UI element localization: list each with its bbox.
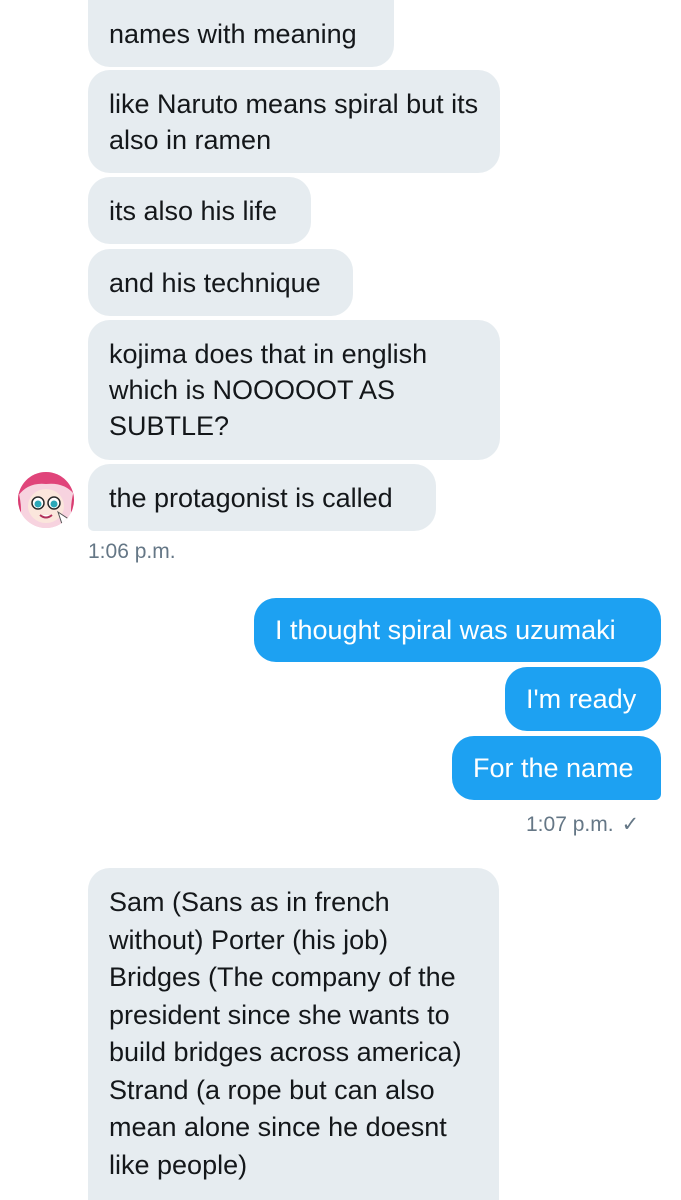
message-bubble-incoming[interactable]: Sam (Sans as in french without) Porter (…: [88, 868, 499, 1200]
message-bubble-outgoing[interactable]: I'm ready: [505, 667, 661, 731]
sent-check-icon: ✓: [621, 813, 640, 836]
message-text: like Naruto means spiral but its also in…: [109, 88, 479, 155]
message-bubble-incoming[interactable]: names with meaning: [88, 0, 394, 67]
sender-avatar[interactable]: [18, 472, 74, 528]
message-bubble-incoming[interactable]: like Naruto means spiral but its also in…: [88, 70, 500, 173]
message-text: names with meaning: [109, 18, 357, 49]
message-text: its also his life: [109, 195, 278, 226]
timestamp-text: 1:07 p.m.: [526, 813, 614, 836]
message-text: I thought spiral was uzumaki: [275, 615, 616, 645]
message-timestamp: 1:06 p.m.: [88, 540, 176, 563]
message-text: Sam (Sans as in french without) Porter (…: [109, 887, 462, 1180]
anime-avatar-icon: [18, 472, 74, 528]
message-text: For the name: [473, 753, 634, 783]
message-bubble-incoming[interactable]: kojima does that in english which is NOO…: [88, 320, 500, 460]
message-text: I'm ready: [526, 684, 637, 714]
message-text: and his technique: [109, 267, 321, 298]
message-timestamp: 1:07 p.m. ✓: [526, 812, 639, 837]
message-bubble-outgoing[interactable]: For the name: [452, 736, 661, 800]
message-bubble-incoming[interactable]: the protagonist is called: [88, 464, 436, 531]
message-bubble-incoming[interactable]: its also his life: [88, 177, 311, 244]
message-text: the protagonist is called: [109, 482, 393, 513]
message-bubble-incoming[interactable]: and his technique: [88, 249, 353, 316]
message-text: kojima does that in english which is NOO…: [109, 339, 428, 441]
message-bubble-outgoing[interactable]: I thought spiral was uzumaki: [254, 598, 661, 662]
